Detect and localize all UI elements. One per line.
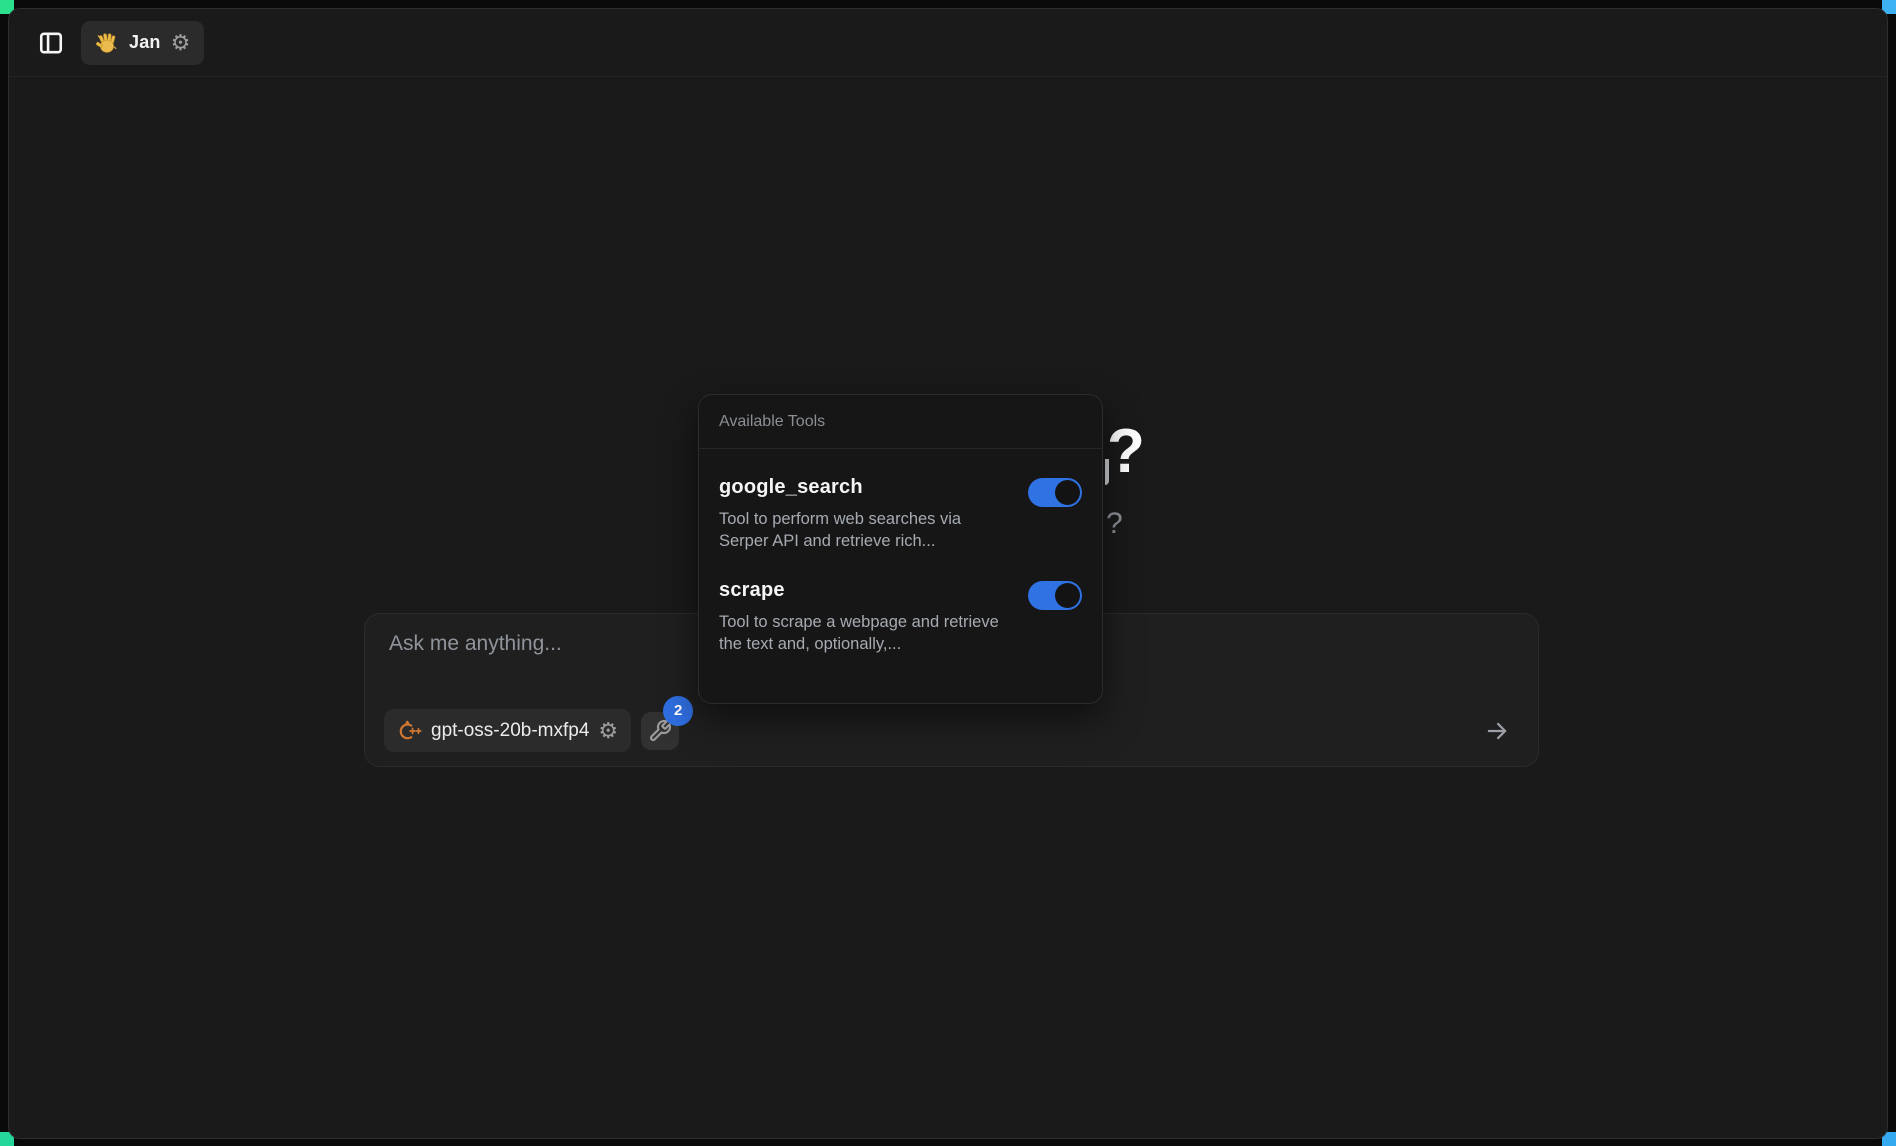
greeting-question-mark-large: ? bbox=[1107, 421, 1145, 483]
toggle-knob bbox=[1055, 583, 1080, 608]
waving-hand-icon bbox=[95, 31, 119, 55]
panel-left-icon bbox=[38, 30, 64, 56]
arrow-right-icon bbox=[1484, 718, 1510, 744]
model-selector[interactable]: gpt-oss-20b-mxfp4 ⚙ bbox=[384, 709, 631, 752]
assistant-settings-gear-icon[interactable]: ⚙ bbox=[171, 32, 191, 54]
model-name: gpt-oss-20b-mxfp4 bbox=[431, 720, 589, 742]
tool-item-google-search: google_search Tool to perform web search… bbox=[719, 476, 1082, 552]
popover-divider bbox=[699, 448, 1102, 449]
tool-description: Tool to perform web searches via Serper … bbox=[719, 508, 1004, 552]
tool-description: Tool to scrape a webpage and retrieve th… bbox=[719, 611, 1004, 655]
popover-title: Available Tools bbox=[719, 413, 1082, 431]
greeting-question-mark-small: ? bbox=[1106, 509, 1123, 539]
tool-name: scrape bbox=[719, 579, 1004, 602]
titlebar: Jan ⚙ bbox=[9, 9, 1887, 77]
app-name: Jan bbox=[129, 32, 161, 53]
enabled-tools-count-badge: 2 bbox=[663, 696, 693, 726]
app-window: Jan ⚙ ? ? gpt-oss-20b-mxfp4 bbox=[8, 8, 1888, 1139]
model-settings-gear-icon[interactable]: ⚙ bbox=[598, 720, 618, 742]
tool-toggle-google-search[interactable] bbox=[1028, 478, 1082, 507]
app-pill[interactable]: Jan ⚙ bbox=[81, 21, 204, 65]
toggle-knob bbox=[1055, 480, 1080, 505]
tool-name: google_search bbox=[719, 476, 1004, 499]
sidebar-toggle-button[interactable] bbox=[37, 29, 65, 57]
tools-button[interactable]: 2 bbox=[641, 712, 679, 750]
tool-item-scrape: scrape Tool to scrape a webpage and retr… bbox=[719, 579, 1082, 655]
send-button[interactable] bbox=[1478, 712, 1516, 750]
llamacpp-icon bbox=[397, 719, 422, 743]
tool-toggle-scrape[interactable] bbox=[1028, 581, 1082, 610]
composer-toolbar: gpt-oss-20b-mxfp4 ⚙ 2 bbox=[384, 709, 1516, 752]
available-tools-popover: Available Tools google_search Tool to pe… bbox=[698, 394, 1103, 704]
